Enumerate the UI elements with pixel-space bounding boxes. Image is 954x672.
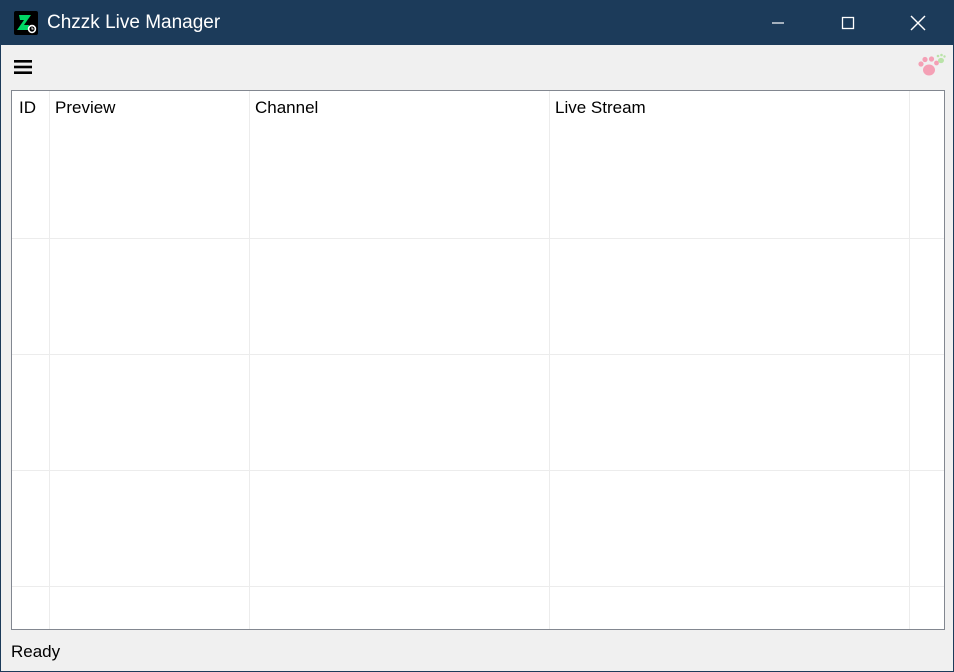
close-icon (910, 15, 926, 31)
paw-icon (918, 53, 946, 76)
column-divider (909, 91, 910, 629)
close-button[interactable] (883, 1, 953, 45)
channel-grid[interactable]: ID Preview Channel Live Stream (11, 90, 945, 630)
column-divider (49, 91, 50, 629)
column-header-preview[interactable]: Preview (55, 91, 115, 125)
row-divider (12, 238, 944, 239)
status-text: Ready (11, 642, 61, 661)
column-header-channel[interactable]: Channel (255, 91, 318, 125)
hamburger-menu-icon[interactable] (13, 57, 33, 77)
chzzk-app-icon (14, 11, 38, 35)
status-bar: Ready (1, 631, 953, 671)
column-divider (549, 91, 550, 629)
column-header-live-stream[interactable]: Live Stream (555, 91, 646, 125)
row-divider (12, 354, 944, 355)
minimize-button[interactable] (743, 1, 813, 45)
minimize-icon (772, 22, 784, 24)
window-title: Chzzk Live Manager (47, 12, 221, 33)
maximize-icon (841, 16, 855, 30)
column-header-id[interactable]: ID (19, 91, 36, 125)
column-divider (249, 91, 250, 629)
app-window: Chzzk Live Manager ID Preview Channel Li… (0, 0, 954, 672)
maximize-button[interactable] (813, 1, 883, 45)
row-divider (12, 586, 944, 587)
title-bar[interactable]: Chzzk Live Manager (1, 1, 953, 45)
row-divider (12, 470, 944, 471)
toolbar (1, 45, 953, 90)
